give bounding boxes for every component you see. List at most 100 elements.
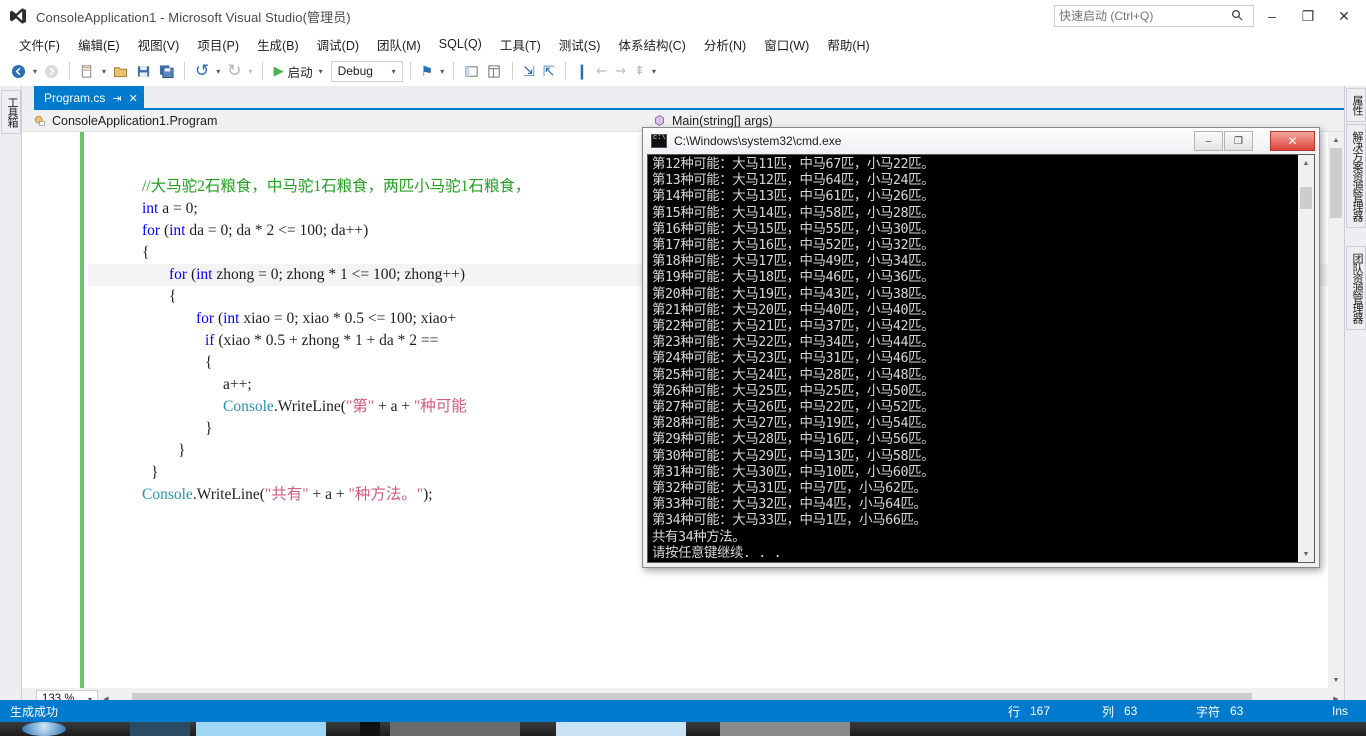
solution-explorer-icon[interactable] [461, 60, 482, 82]
previous-bookmark-icon: ⇜ [596, 63, 608, 78]
start-debug-button[interactable]: ▶ 启动 ▾ [270, 62, 329, 81]
menu-item-team[interactable]: 团队(M) [368, 33, 430, 56]
navigate-back-dropdown-icon[interactable]: ▾ [31, 60, 39, 82]
taskbar-item-4[interactable] [390, 722, 520, 736]
menu-item-file[interactable]: 文件(F) [10, 33, 69, 56]
cmd-scroll-down-arrow-icon[interactable]: ▼ [1298, 546, 1314, 562]
navigate-forward-icon [41, 60, 62, 82]
pin-icon[interactable]: ⇥ [112, 92, 121, 105]
redo-dropdown-icon: ▾ [248, 66, 253, 76]
save-icon[interactable] [133, 60, 154, 82]
attach-process-icon[interactable]: ⚑ [418, 60, 437, 82]
menu-item-tools[interactable]: 工具(T) [491, 33, 550, 56]
comment-selection-icon[interactable]: ⇲ [520, 60, 538, 82]
console-line: 第32种可能：大马31匹，中马7匹，小马62匹。 [652, 481, 927, 497]
undo-icon[interactable]: ↺ [192, 60, 212, 82]
menu-item-project[interactable]: 项目(P) [188, 33, 248, 56]
taskbar-item-5[interactable] [556, 722, 686, 736]
code-token: int [223, 310, 240, 327]
cmd-scroll-up-arrow-icon[interactable]: ▲ [1298, 155, 1314, 171]
window-close-button[interactable]: ✕ [1326, 0, 1362, 32]
menu-item-analyze[interactable]: 分析(N) [695, 33, 755, 56]
save-all-icon[interactable] [156, 60, 177, 82]
console-line: 第24种可能：大马23匹，中马31匹，小马46匹。 [652, 351, 935, 367]
code-token: .WriteLine( [192, 486, 265, 503]
window-minimize-button[interactable]: – [1254, 0, 1290, 32]
search-icon [1231, 9, 1243, 24]
cmd-vertical-scrollbar[interactable]: ▲ ▼ [1298, 155, 1314, 562]
toolbar-separator [512, 62, 514, 80]
menu-item-architecture[interactable]: 体系结构(C) [609, 33, 694, 56]
scroll-down-arrow-icon[interactable]: ▼ [1328, 672, 1344, 688]
menu-item-debug[interactable]: 调试(D) [308, 33, 368, 56]
navigation-type-selector[interactable]: ConsoleApplication1.Program [22, 114, 622, 128]
code-token: { [205, 354, 213, 371]
toolbar-separator [184, 62, 186, 80]
code-token: a++; [223, 376, 252, 393]
quick-launch-input[interactable] [1059, 9, 1231, 23]
left-dock-strip: 工具箱 [0, 86, 22, 710]
console-line: 第18种可能：大马17匹，中马49匹，小马34匹。 [652, 254, 935, 270]
cmd-console-body[interactable]: 第12种可能：大马11匹，中马67匹，小马22匹。 第13种可能：大马12匹，中马… [647, 154, 1315, 563]
cmd-maximize-button[interactable]: ❐ [1224, 131, 1253, 151]
undo-dropdown-icon[interactable]: ▾ [214, 60, 222, 82]
build-configuration-select[interactable]: Debug ▾ [330, 60, 403, 82]
new-project-icon[interactable] [77, 60, 98, 82]
dock-tab-toolbox[interactable]: 工具箱 [1, 90, 21, 134]
status-insert-mode: Ins [1332, 704, 1349, 718]
cmd-vertical-scroll-thumb[interactable] [1300, 187, 1312, 209]
status-column-label: 列 [1102, 704, 1115, 719]
toolbar-separator [261, 62, 263, 80]
open-file-icon[interactable] [110, 60, 131, 82]
dock-tab-solution-explorer[interactable]: 解决方案资源管理器 [1346, 124, 1366, 228]
console-line: 第15种可能：大马14匹，中马58匹，小马28匹。 [652, 205, 935, 221]
toolbar-overflow-icon[interactable]: ▾ [650, 60, 658, 82]
menu-item-view[interactable]: 视图(V) [129, 33, 189, 56]
taskbar-item-6[interactable] [720, 722, 850, 736]
chevron-down-icon[interactable]: ▾ [390, 67, 398, 76]
quick-launch-box[interactable] [1054, 5, 1254, 27]
menu-item-edit[interactable]: 编辑(E) [69, 33, 129, 56]
menu-item-build[interactable]: 生成(B) [248, 33, 308, 56]
menu-item-help[interactable]: 帮助(H) [818, 33, 878, 56]
attach-dropdown-icon[interactable]: ▾ [438, 60, 446, 82]
console-line: 第31种可能：大马30匹，中马10匹，小马60匹。 [652, 464, 935, 480]
document-tab-program-cs[interactable]: Program.cs ⇥ ✕ [34, 86, 144, 110]
new-project-dropdown-icon[interactable]: ▾ [100, 60, 108, 82]
cmd-title-bar[interactable]: C:\Windows\system32\cmd.exe – ❐ ✕ [643, 128, 1319, 154]
toggle-bookmark-icon[interactable]: ❙ [573, 60, 592, 82]
dock-tab-team-explorer[interactable]: 团队资源管理器 [1346, 246, 1366, 330]
code-token: + a + [308, 486, 349, 503]
code-token: for [142, 222, 161, 239]
menu-item-sql[interactable]: SQL(Q) [430, 35, 491, 53]
cmd-close-button[interactable]: ✕ [1270, 131, 1315, 151]
scroll-up-arrow-icon[interactable]: ▲ [1328, 132, 1344, 148]
code-token: "种方法。" [348, 486, 424, 503]
taskbar-item-2[interactable] [196, 722, 326, 736]
navigation-member-selector[interactable]: Main(string[] args) [622, 114, 1344, 128]
menu-item-window[interactable]: 窗口(W) [755, 33, 818, 56]
navigate-back-icon[interactable] [8, 60, 29, 82]
console-line: 第28种可能：大马27匹，中马19匹，小马54匹。 [652, 416, 935, 432]
console-line: 共有34种方法。 [652, 529, 746, 545]
console-line: 请按任意键继续. . . [652, 545, 782, 561]
start-dropdown-icon[interactable]: ▾ [317, 67, 325, 76]
console-line: 第23种可能：大马22匹，中马34匹，小马44匹。 [652, 335, 935, 351]
taskbar-item-1[interactable] [130, 722, 190, 736]
menu-item-test[interactable]: 测试(S) [550, 33, 610, 56]
taskbar-item-3[interactable] [360, 722, 380, 736]
taskbar-start-orb[interactable] [22, 722, 66, 736]
properties-window-icon[interactable] [484, 60, 505, 82]
toolbar-separator [409, 62, 411, 80]
code-token: ( [160, 222, 170, 239]
editor-vertical-scroll-thumb[interactable] [1330, 148, 1342, 218]
cmd-minimize-button[interactable]: – [1194, 131, 1223, 151]
window-maximize-button[interactable]: ❐ [1290, 0, 1326, 32]
dock-tab-properties[interactable]: 属性 [1346, 88, 1366, 122]
code-token: a = 0; [158, 200, 198, 217]
play-icon: ▶ [273, 63, 284, 78]
editor-vertical-scrollbar[interactable]: ▲ ▼ [1328, 132, 1344, 688]
close-icon[interactable]: ✕ [129, 92, 138, 105]
uncomment-selection-icon[interactable]: ⇱ [540, 60, 558, 82]
command-prompt-window[interactable]: C:\Windows\system32\cmd.exe – ❐ ✕ 第12种可能… [642, 127, 1320, 568]
